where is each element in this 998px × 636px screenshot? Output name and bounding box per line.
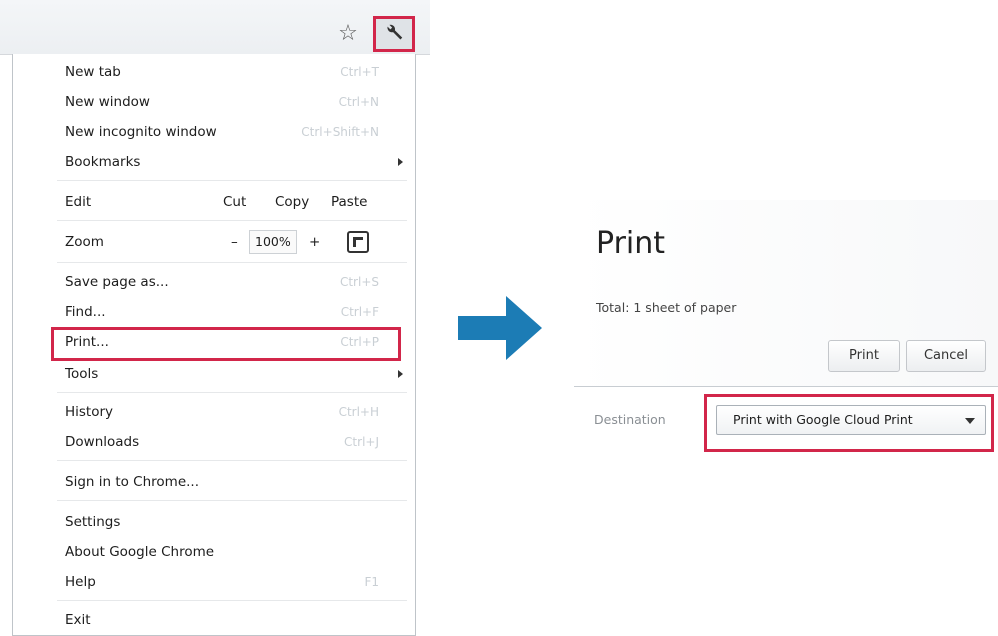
zoom-value: 100% — [249, 230, 297, 254]
shortcut-downloads: Ctrl+J — [344, 435, 379, 449]
print-button[interactable]: Print — [828, 340, 900, 372]
shortcut-help: F1 — [364, 575, 379, 589]
print-highlight-outline — [51, 327, 401, 361]
menu-divider — [57, 392, 407, 393]
menu-item-save-page[interactable]: Save page as... — [65, 272, 169, 292]
shortcut-history: Ctrl+H — [338, 405, 379, 419]
fullscreen-icon[interactable] — [347, 231, 369, 253]
menu-item-find[interactable]: Find... — [65, 302, 106, 322]
menu-divider — [57, 262, 407, 263]
menu-divider — [57, 460, 407, 461]
menu-divider — [57, 600, 407, 601]
shortcut-save-page: Ctrl+S — [339, 275, 379, 289]
shortcut-new-window: Ctrl+N — [338, 95, 379, 109]
browser-toolbar: ☆ — [0, 0, 430, 55]
menu-item-sign-in[interactable]: Sign in to Chrome... — [65, 472, 199, 492]
shortcut-new-incognito: Ctrl+Shift+N — [301, 125, 379, 139]
submenu-arrow-icon — [398, 158, 403, 166]
destination-label: Destination — [594, 412, 666, 427]
edit-copy-button[interactable]: Copy — [275, 192, 309, 212]
dialog-divider — [574, 386, 998, 387]
destination-select[interactable]: Print with Google Cloud Print — [716, 405, 986, 435]
submenu-arrow-icon — [398, 370, 403, 378]
shortcut-find: Ctrl+F — [340, 305, 379, 319]
menu-item-zoom: Zoom — [65, 234, 104, 250]
menu-item-history[interactable]: History — [65, 402, 113, 422]
edit-paste-button[interactable]: Paste — [331, 192, 367, 212]
chrome-menu: New tab Ctrl+T New window Ctrl+N New inc… — [12, 54, 416, 636]
shortcut-new-tab: Ctrl+T — [340, 65, 379, 79]
menu-item-downloads[interactable]: Downloads — [65, 432, 139, 452]
menu-divider — [57, 500, 407, 501]
menu-item-tools[interactable]: Tools — [65, 364, 98, 384]
menu-item-help[interactable]: Help — [65, 572, 96, 592]
menu-divider — [57, 220, 407, 221]
right-arrow-icon — [458, 296, 542, 360]
menu-item-edit: Edit — [65, 194, 92, 210]
chevron-down-icon — [965, 418, 975, 424]
edit-cut-button[interactable]: Cut — [223, 192, 246, 212]
star-icon[interactable]: ☆ — [336, 22, 360, 46]
menu-item-bookmarks[interactable]: Bookmarks — [65, 152, 140, 172]
destination-value: Print with Google Cloud Print — [733, 412, 913, 427]
print-dialog-title: Print — [596, 226, 666, 261]
wrench-icon — [387, 24, 403, 40]
menu-item-settings[interactable]: Settings — [65, 512, 120, 532]
wrench-menu-button[interactable] — [373, 16, 415, 52]
menu-item-new-tab[interactable]: New tab — [65, 62, 121, 82]
menu-item-new-incognito[interactable]: New incognito window — [65, 122, 217, 142]
zoom-out-button[interactable]: – — [231, 230, 238, 254]
menu-item-exit[interactable]: Exit — [65, 610, 91, 630]
menu-divider — [57, 180, 407, 181]
print-total-text: Total: 1 sheet of paper — [596, 300, 737, 315]
zoom-in-button[interactable]: + — [309, 230, 320, 254]
cancel-button[interactable]: Cancel — [906, 340, 986, 372]
menu-item-about[interactable]: About Google Chrome — [65, 542, 214, 562]
menu-item-new-window[interactable]: New window — [65, 92, 150, 112]
